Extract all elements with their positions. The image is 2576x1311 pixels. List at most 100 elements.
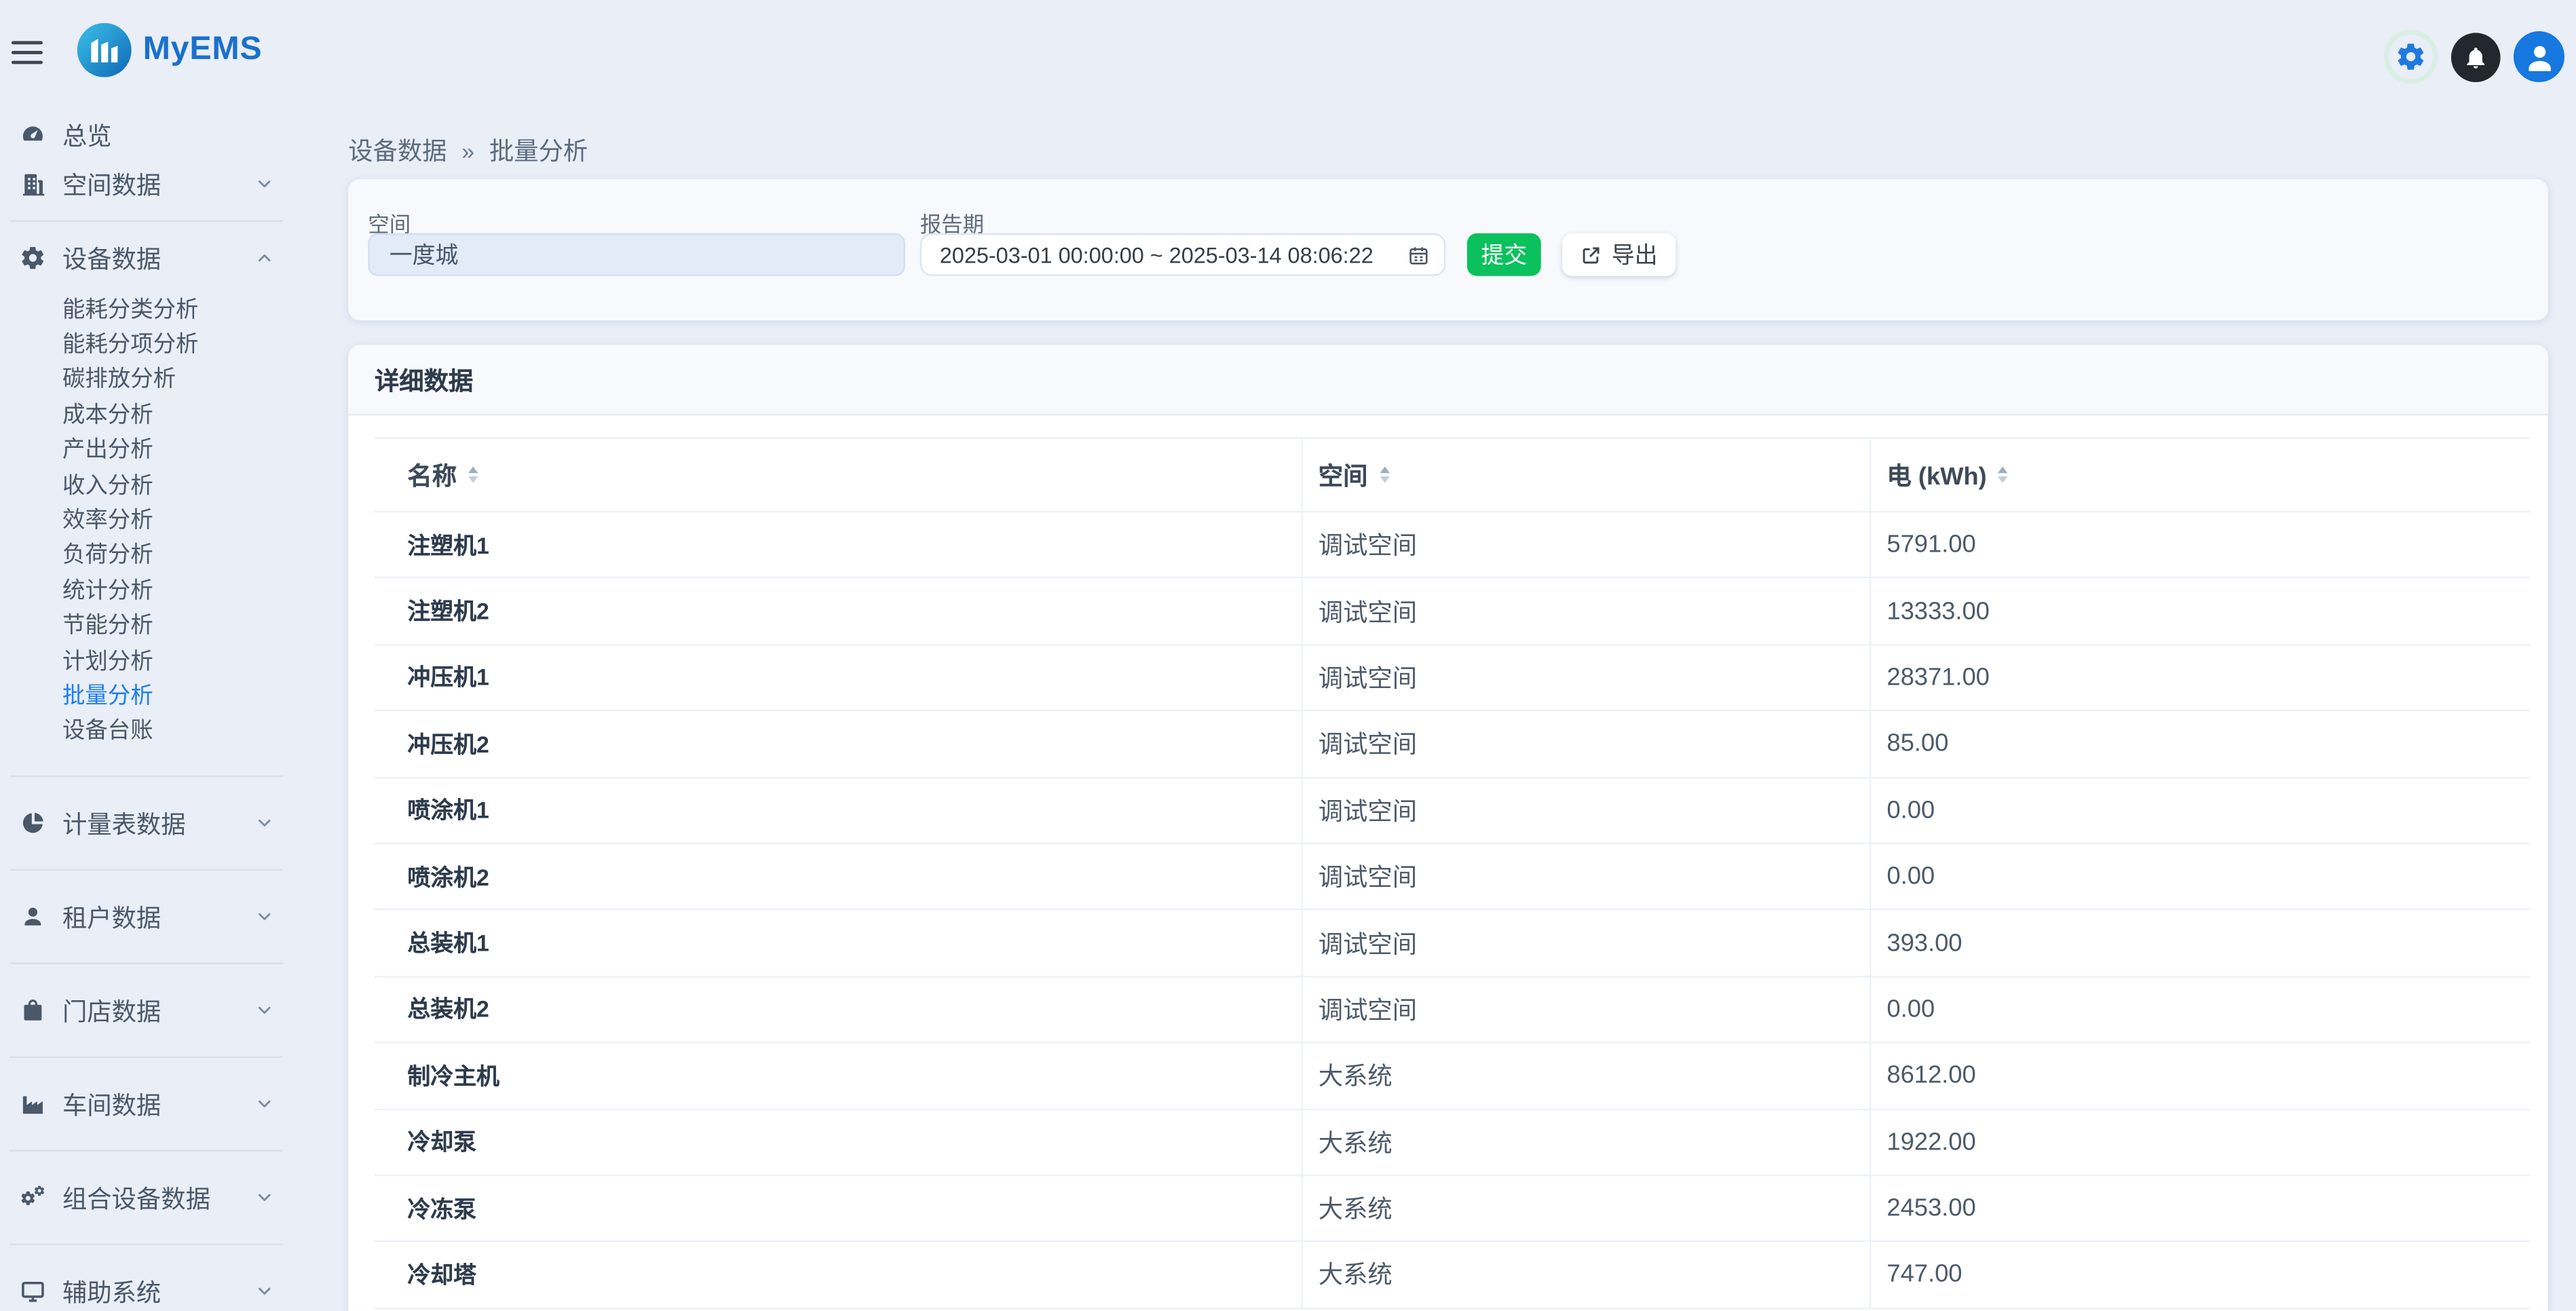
myems-logo-icon: [77, 22, 132, 77]
table-row: 总装机1 调试空间 393.00: [374, 909, 2531, 977]
sidebar-item-equipment-data[interactable]: 设备数据: [8, 233, 284, 283]
notifications-bell-icon[interactable]: [2450, 32, 2501, 81]
energy-value-cell: 8612.00: [1869, 1042, 2531, 1110]
space-cell: 调试空间: [1301, 512, 1871, 580]
topbar-actions: [2383, 29, 2565, 84]
export-button[interactable]: 导出: [1562, 233, 1676, 276]
sidebar-item-label: 设备数据: [62, 245, 162, 274]
equipment-data-submenu: 能耗分类分析 能耗分项分析 碳排放分析 成本分析 产出分析 收入分析 效率分析 …: [8, 282, 284, 755]
gears-icon: [20, 1185, 46, 1211]
filter-panel: 空间 报告期 2025-03-01 00:00:00 ~ 2025-03-14 …: [348, 178, 2548, 321]
submenu-item-batch-analysis-active[interactable]: 批量分析: [62, 676, 284, 711]
energy-value-cell: 0.00: [1869, 777, 2531, 845]
submenu-item[interactable]: 能耗分类分析: [62, 289, 284, 324]
sidebar-item-label: 辅助系统: [62, 1278, 162, 1308]
column-header-electricity[interactable]: 电 (kWh): [1869, 436, 2531, 513]
chevron-down-icon: [254, 1095, 274, 1114]
device-name-cell: 冷却塔: [374, 1241, 1302, 1309]
user-icon: [20, 904, 46, 930]
calendar-icon[interactable]: [1408, 244, 1429, 265]
energy-value-cell: 0.00: [1869, 843, 2531, 911]
sidebar-item-tenant-data[interactable]: 租户数据: [8, 882, 284, 951]
table-row: 总装机2 调试空间 0.00: [374, 976, 2531, 1044]
submenu-item[interactable]: 统计分析: [62, 570, 284, 605]
submenu-item[interactable]: 节能分析: [62, 605, 284, 641]
space-cell: 大系统: [1301, 1109, 1871, 1177]
submenu-item[interactable]: 能耗分项分析: [62, 324, 284, 360]
submenu-item[interactable]: 效率分析: [62, 500, 284, 535]
submenu-item[interactable]: 碳排放分析: [62, 360, 284, 395]
column-header-name[interactable]: 名称: [374, 436, 1302, 513]
chevron-down-icon: [254, 1001, 274, 1021]
sidebar-divider: [10, 1056, 283, 1059]
space-cell: 调试空间: [1301, 644, 1871, 712]
brand-logo[interactable]: MyEMS: [77, 22, 263, 77]
space-cell: 大系统: [1301, 1241, 1871, 1309]
energy-value-cell: 85.00: [1869, 710, 2531, 778]
device-name-cell: 总装机1: [374, 909, 1302, 977]
space-cell: 调试空间: [1301, 710, 1871, 778]
device-name-cell: 注塑机2: [374, 577, 1302, 645]
factory-icon: [20, 1091, 46, 1118]
device-name-cell: 冷却泵: [374, 1109, 1302, 1177]
breadcrumb: 设备数据 » 批量分析: [348, 133, 588, 168]
column-header-space[interactable]: 空间: [1301, 436, 1871, 513]
submenu-item[interactable]: 收入分析: [62, 465, 284, 500]
settings-gear-icon[interactable]: [2383, 29, 2438, 84]
detail-table: 名称 空间 电 (kWh) 注塑机1 调试空间 5791.00 注塑机2 调试空…: [374, 436, 2531, 1309]
submenu-item[interactable]: 成本分析: [62, 394, 284, 430]
shopping-bag-icon: [20, 998, 46, 1024]
breadcrumb-current: 批量分析: [489, 138, 588, 166]
sort-icon[interactable]: [1379, 466, 1389, 484]
sidebar-item-auxiliary-system[interactable]: 辅助系统: [8, 1257, 284, 1311]
building-icon: [20, 171, 46, 197]
energy-value-cell: 747.00: [1869, 1241, 2531, 1309]
energy-value-cell: 1922.00: [1869, 1109, 2531, 1177]
space-input[interactable]: [368, 233, 905, 276]
space-cell: 调试空间: [1301, 577, 1871, 645]
user-avatar[interactable]: [2513, 31, 2565, 83]
sidebar-item-label: 门店数据: [62, 998, 162, 1027]
card-body: 名称 空间 电 (kWh) 注塑机1 调试空间 5791.00 注塑机2 调试空…: [348, 415, 2548, 1309]
detail-data-card: 详细数据 名称 空间 电 (kWh) 注塑机1 调试空间 5791.00 注塑机…: [348, 345, 2548, 1311]
submit-button[interactable]: 提交: [1466, 233, 1541, 276]
export-label: 导出: [1611, 241, 1658, 268]
sidebar-item-store-data[interactable]: 门店数据: [8, 976, 284, 1045]
monitor-icon: [20, 1278, 46, 1305]
gauge-icon: [20, 121, 46, 148]
sidebar-item-label: 租户数据: [62, 904, 162, 933]
device-name-cell: 冲压机2: [374, 710, 1302, 778]
sort-icon[interactable]: [468, 466, 478, 484]
table-row: 注塑机2 调试空间 13333.00: [374, 577, 2531, 645]
sidebar-divider: [10, 775, 283, 778]
submenu-item[interactable]: 负荷分析: [62, 535, 284, 571]
sidebar-item-meter-data[interactable]: 计量表数据: [8, 788, 284, 858]
submenu-item[interactable]: 设备台账: [62, 710, 284, 746]
device-name-cell: 注塑机1: [374, 512, 1302, 580]
device-name-cell: 总装机2: [374, 976, 1302, 1044]
sort-icon[interactable]: [1998, 466, 2009, 484]
space-cell: 大系统: [1301, 1042, 1871, 1110]
table-row: 冲压机2 调试空间 85.00: [374, 710, 2531, 778]
reporting-period-input[interactable]: 2025-03-01 00:00:00 ~ 2025-03-14 08:06:2…: [920, 233, 1446, 276]
device-name-cell: 制冷主机: [374, 1042, 1302, 1110]
sidebar-item-space-data[interactable]: 空间数据: [8, 159, 284, 209]
chevron-down-icon: [254, 1188, 274, 1207]
table-row: 喷涂机1 调试空间 0.00: [374, 777, 2531, 845]
sidebar-item-combined-equipment-data[interactable]: 组合设备数据: [8, 1163, 284, 1232]
sidebar-divider: [10, 1150, 283, 1152]
submenu-item[interactable]: 产出分析: [62, 430, 284, 465]
energy-value-cell: 5791.00: [1869, 512, 2531, 580]
table-row: 冷却泵 大系统 1922.00: [374, 1109, 2531, 1177]
submenu-item[interactable]: 计划分析: [62, 641, 284, 676]
sidebar-item-overview[interactable]: 总览: [8, 110, 284, 159]
sidebar-item-label: 组合设备数据: [62, 1185, 210, 1214]
sidebar-item-workshop-data[interactable]: 车间数据: [8, 1069, 284, 1139]
hamburger-menu-icon[interactable]: [11, 41, 43, 64]
sidebar: 总览 空间数据 设备数据 能耗分类分析 能耗分项分析 碳排放分析 成本分析 产出…: [0, 104, 292, 1311]
export-icon: [1580, 244, 1602, 265]
device-name-cell: 喷涂机1: [374, 777, 1302, 845]
breadcrumb-parent[interactable]: 设备数据: [348, 133, 447, 168]
space-cell: 调试空间: [1301, 976, 1871, 1044]
sidebar-item-label: 总览: [62, 122, 112, 151]
